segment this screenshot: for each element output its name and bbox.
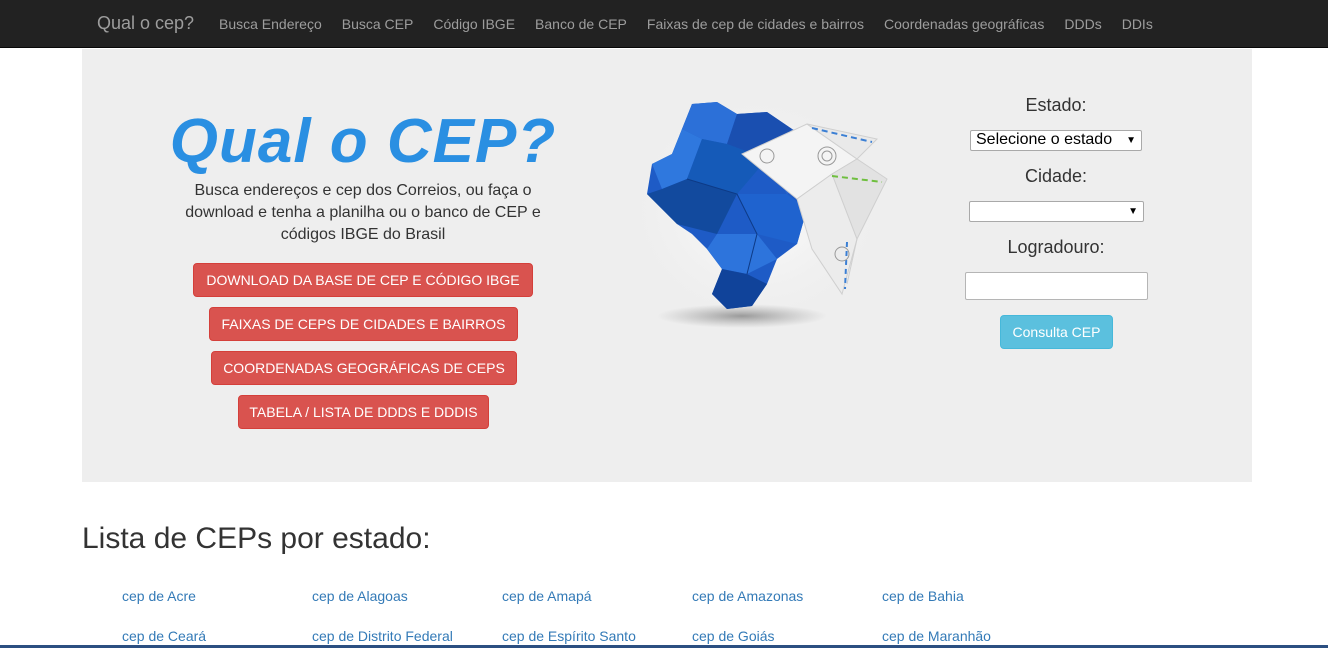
- state-link-goias[interactable]: cep de Goiás: [692, 627, 775, 645]
- hero-subtitle: Busca endereços e cep dos Correios, ou f…: [185, 182, 541, 243]
- nav-link-banco-de-cep[interactable]: Banco de CEP: [525, 0, 637, 48]
- state-link-maranhao[interactable]: cep de Maranhão: [882, 627, 991, 645]
- state-link-alagoas[interactable]: cep de Alagoas: [312, 587, 408, 605]
- consulta-cep-button[interactable]: Consulta CEP: [1000, 315, 1113, 349]
- nav-link-ddis[interactable]: DDIs: [1112, 0, 1163, 48]
- nav-link-faixas-de-cep[interactable]: Faixas de cep de cidades e bairros: [637, 0, 874, 48]
- states-section-title: Lista de CEPs por estado:: [82, 522, 431, 555]
- estado-select-value: Selecione o estado: [976, 131, 1113, 148]
- logradouro-label: Logradouro:: [1007, 237, 1105, 257]
- top-navbar: Qual o cep? Busca Endereço Busca CEP Cód…: [0, 0, 1328, 48]
- dropdown-arrow-icon: ▼: [1126, 135, 1136, 146]
- nav-menu: Busca Endereço Busca CEP Código IBGE Ban…: [209, 0, 1163, 48]
- brand-link[interactable]: Qual o cep?: [97, 12, 194, 34]
- state-link-amazonas[interactable]: cep de Amazonas: [692, 587, 803, 605]
- dropdown-arrow-icon: ▼: [1128, 206, 1138, 217]
- cidade-select[interactable]: ▼: [969, 201, 1144, 222]
- logradouro-input[interactable]: [965, 272, 1148, 300]
- state-link-acre[interactable]: cep de Acre: [122, 587, 196, 605]
- state-link-espirito-santo[interactable]: cep de Espírito Santo: [502, 627, 636, 645]
- hero-jumbotron: Qual o CEP? Busca endereços e cep dos Co…: [82, 49, 1252, 482]
- coordenadas-button[interactable]: COORDENADAS GEOGRÁFICAS DE CEPs: [211, 351, 517, 385]
- nav-link-coordenadas[interactable]: Coordenadas geográficas: [874, 0, 1054, 48]
- brazil-origami-map-icon: [617, 84, 897, 334]
- state-link-ceara[interactable]: cep de Ceará: [122, 627, 206, 645]
- tabela-ddd-button[interactable]: TABELA / LISTA DE DDDs E DDDIs: [238, 395, 489, 429]
- faixas-cep-button[interactable]: FAIXAS DE CEPs DE CIDADES E BAIRROS: [209, 307, 518, 341]
- nav-link-ddds[interactable]: DDDs: [1054, 0, 1111, 48]
- state-link-bahia[interactable]: cep de Bahia: [882, 587, 964, 605]
- nav-link-codigo-ibge[interactable]: Código IBGE: [423, 0, 525, 48]
- hero-title: Qual o CEP?: [169, 107, 557, 176]
- state-link-amapa[interactable]: cep de Amapá: [502, 587, 592, 605]
- estado-select[interactable]: Selecione o estado ▼: [970, 130, 1142, 151]
- cidade-label: Cidade:: [1024, 166, 1088, 186]
- estado-label: Estado:: [1025, 95, 1087, 115]
- state-link-distrito-federal[interactable]: cep de Distrito Federal: [312, 627, 453, 645]
- nav-link-busca-endereco[interactable]: Busca Endereço: [209, 0, 332, 48]
- download-base-cep-button[interactable]: DOWNLOAD DA BASE DE CEP E CÓDIGO IBGE: [193, 263, 533, 297]
- nav-link-busca-cep[interactable]: Busca CEP: [332, 0, 424, 48]
